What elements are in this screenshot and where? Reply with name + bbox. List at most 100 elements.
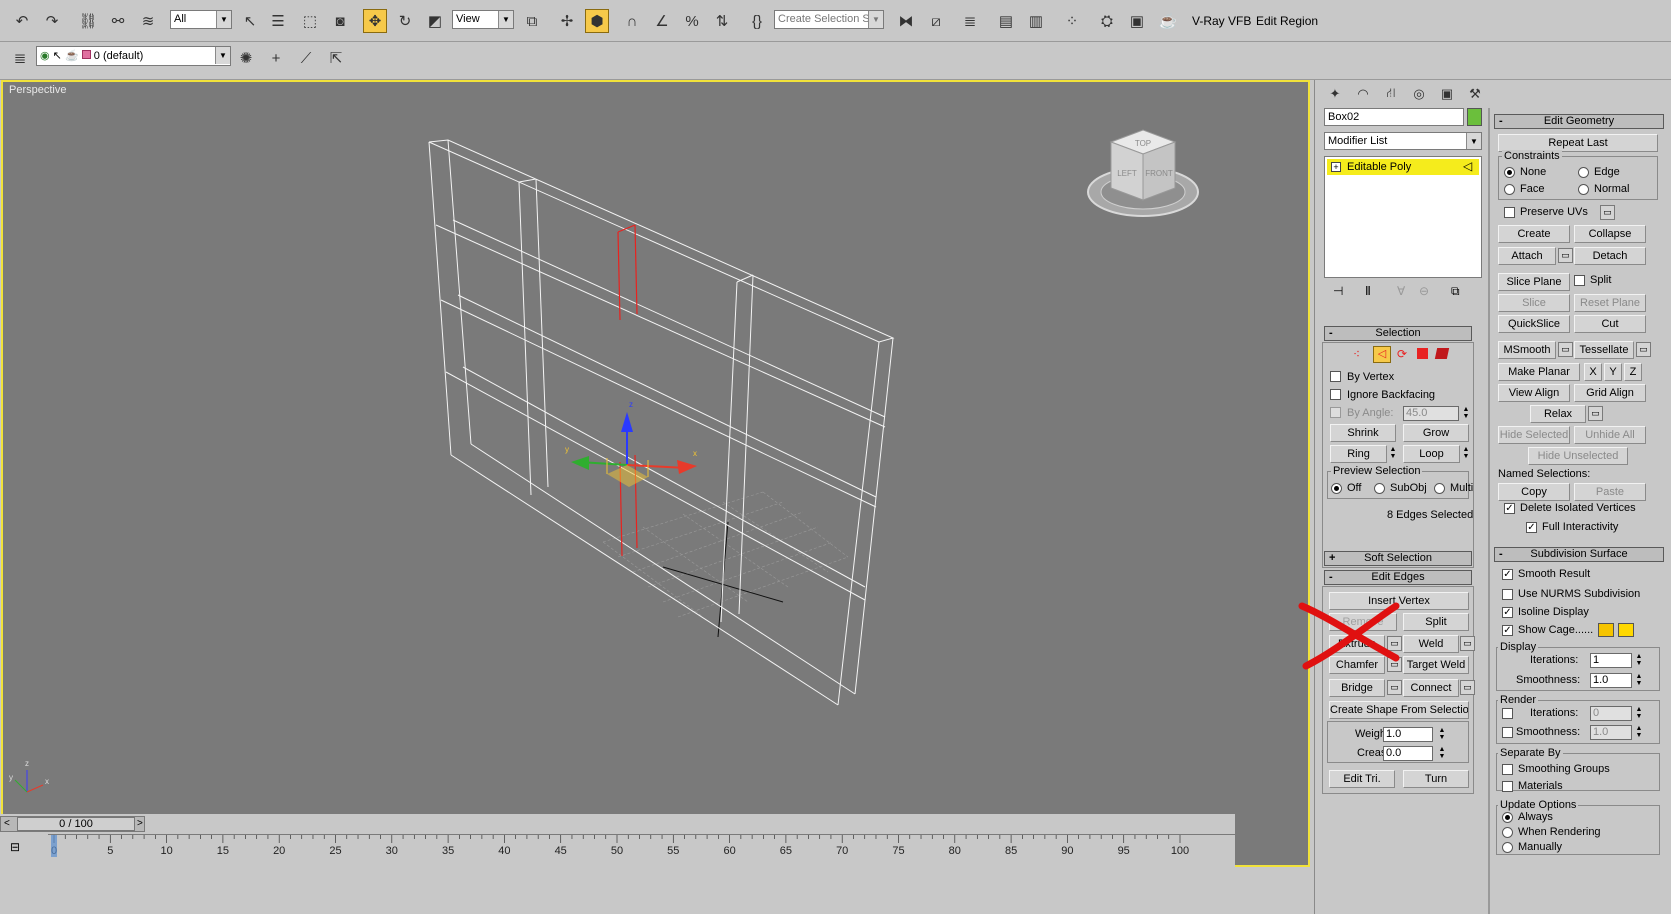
msmooth-button[interactable]: MSmooth [1498, 341, 1556, 359]
prev-frame-icon[interactable]: < [4, 818, 10, 829]
display-smoothness-spinner[interactable]: 1.0 [1590, 673, 1632, 688]
create-button[interactable]: Create [1498, 225, 1570, 243]
relax-settings-icon[interactable]: ▭ [1588, 406, 1603, 421]
relax-button[interactable]: Relax [1530, 405, 1586, 423]
tessellate-settings-icon[interactable]: ▭ [1636, 342, 1651, 357]
msmooth-settings-icon[interactable]: ▭ [1558, 342, 1573, 357]
use-nurms-checkbox[interactable] [1502, 589, 1513, 600]
make-unique-icon[interactable]: ∀ [1397, 284, 1405, 298]
edge-mode-icon[interactable]: ◁ [1373, 346, 1391, 363]
next-frame-icon[interactable]: > [137, 818, 143, 829]
target-weld-button[interactable]: Target Weld [1403, 656, 1469, 674]
soft-selection-rollout-header[interactable]: + Soft Selection [1324, 551, 1472, 566]
add-to-layer-icon[interactable]: + [264, 46, 288, 70]
delete-isolated-checkbox[interactable]: ✓ [1504, 503, 1515, 514]
crease-spinner[interactable]: 0.0 [1383, 746, 1433, 761]
create-tab-icon[interactable]: ✦ [1323, 82, 1347, 106]
smooth-result-checkbox[interactable]: ✓ [1502, 569, 1513, 580]
select-in-layer-icon[interactable]: ⟋ [294, 46, 318, 70]
quick-render-icon[interactable]: ☕ [1156, 9, 1180, 33]
loop-spinner-arrows[interactable]: ▲ ▼ [1461, 446, 1471, 461]
make-planar-button[interactable]: Make Planar [1498, 363, 1580, 381]
angle-snap-icon[interactable]: ∠ [650, 9, 674, 33]
ring-button[interactable]: Ring [1330, 445, 1387, 463]
configure-sets-icon[interactable]: ⧉ [1451, 284, 1460, 299]
hide-unselected-button[interactable]: Hide Unselected [1528, 447, 1628, 465]
reset-plane-button[interactable]: Reset Plane [1574, 294, 1646, 312]
connect-settings-icon[interactable]: ▭ [1460, 680, 1475, 695]
view-align-button[interactable]: View Align [1498, 384, 1570, 402]
loop-button[interactable]: Loop [1403, 445, 1460, 463]
stack-item-editable-poly[interactable]: + Editable Poly ◁ [1327, 159, 1479, 175]
unlink-icon[interactable]: ⚯ [106, 9, 130, 33]
display-tab-icon[interactable]: ▣ [1435, 82, 1459, 106]
connect-button[interactable]: Connect [1403, 679, 1459, 697]
time-slider[interactable]: < 0 / 100 > [0, 816, 145, 832]
weight-spinner-arrows[interactable]: ▲ ▼ [1437, 727, 1447, 742]
detach-button[interactable]: Detach [1574, 247, 1646, 265]
edit-edges-rollout-header[interactable]: - Edit Edges [1324, 570, 1472, 585]
mini-curve-editor-icon[interactable]: ⊟ [10, 840, 20, 854]
spinner-snap-icon[interactable]: ⇅ [710, 9, 734, 33]
constraint-face-radio[interactable] [1504, 184, 1515, 195]
update-always-radio[interactable] [1502, 812, 1513, 823]
trackbar[interactable]: 0510152025303540455055606570758085909510… [48, 834, 1235, 858]
object-name-field[interactable]: Box02 [1324, 108, 1464, 126]
element-mode-icon[interactable] [1434, 348, 1450, 359]
polygon-mode-icon[interactable] [1417, 348, 1428, 359]
motion-tab-icon[interactable]: ◎ [1407, 82, 1431, 106]
edit-geometry-rollout-header[interactable]: - Edit Geometry [1494, 114, 1664, 129]
frame-counter[interactable]: 0 / 100 [17, 817, 135, 831]
selection-filter-dropdown[interactable]: All ▼ [170, 10, 232, 29]
scale-icon[interactable]: ◩ [423, 9, 447, 33]
vertex-mode-icon[interactable]: ⁖ [1353, 347, 1360, 361]
cage-color-swatch-2[interactable] [1618, 623, 1634, 637]
attach-list-icon[interactable]: ▭ [1558, 248, 1573, 263]
preview-multi-radio[interactable] [1434, 483, 1445, 494]
full-interactivity-checkbox[interactable]: ✓ [1526, 522, 1537, 533]
grid-align-button[interactable]: Grid Align [1574, 384, 1646, 402]
layers-icon[interactable]: ≣ [8, 46, 32, 70]
update-when-rendering-radio[interactable] [1502, 827, 1513, 838]
preview-off-radio[interactable] [1331, 483, 1342, 494]
weld-settings-icon[interactable]: ▭ [1460, 636, 1475, 651]
snap-icon[interactable]: ∩ [620, 9, 644, 33]
hierarchy-tab-icon[interactable]: ⛙ [1379, 82, 1403, 106]
unhide-all-button[interactable]: Unhide All [1574, 426, 1646, 444]
display-iterations-spinner[interactable]: 1 [1590, 653, 1632, 668]
modifier-list-dropdown[interactable]: Modifier List ▼ [1324, 132, 1482, 150]
new-layer-icon[interactable]: ✺ [234, 46, 258, 70]
render-iterations-spinner[interactable]: 0 [1590, 706, 1632, 721]
hide-selected-button[interactable]: Hide Selected [1498, 426, 1570, 444]
smoothing-groups-checkbox[interactable] [1502, 764, 1513, 775]
object-color-swatch[interactable] [1467, 108, 1482, 126]
ring-spinner-arrows[interactable]: ▲ ▼ [1388, 446, 1398, 461]
selection-rollout-header[interactable]: - Selection [1324, 326, 1472, 341]
move-icon[interactable]: ✥ [363, 9, 387, 33]
by-vertex-checkbox[interactable] [1330, 371, 1341, 382]
render-smoothness-checkbox[interactable] [1502, 727, 1513, 738]
render-iterations-arrows[interactable]: ▲ ▼ [1634, 706, 1644, 721]
undo-icon[interactable]: ↶ [10, 9, 34, 33]
select-by-name-icon[interactable]: ☰ [266, 9, 290, 33]
ref-coord-dropdown[interactable]: View ▼ [452, 10, 514, 29]
display-iterations-arrows[interactable]: ▲ ▼ [1634, 653, 1644, 668]
turn-button[interactable]: Turn [1403, 770, 1469, 788]
collapse-button[interactable]: Collapse [1574, 225, 1646, 243]
subdivision-surface-rollout-header[interactable]: - Subdivision Surface [1494, 547, 1664, 562]
schematic-view-icon[interactable]: ▥ [1024, 9, 1048, 33]
pin-stack-icon[interactable]: ⊣ [1333, 284, 1343, 298]
vray-vfb-button[interactable]: V-Ray VFB [1192, 14, 1251, 28]
planar-y-button[interactable]: Y [1604, 363, 1622, 381]
cage-color-swatch-1[interactable] [1598, 623, 1614, 637]
shrink-button[interactable]: Shrink [1330, 424, 1396, 442]
layer-dropdown[interactable]: ◉ ↖ ☕ 0 (default) ▼ [36, 46, 231, 66]
layer-manager-icon[interactable]: ≣ [958, 9, 982, 33]
isoline-display-checkbox[interactable]: ✓ [1502, 607, 1513, 618]
create-shape-button[interactable]: Create Shape From Selection [1329, 701, 1469, 719]
select-link-icon[interactable]: ⛓ [76, 9, 100, 33]
render-smoothness-arrows[interactable]: ▲ ▼ [1634, 725, 1644, 740]
split-checkbox[interactable] [1574, 275, 1585, 286]
keyboard-shortcut-icon[interactable]: ⬢ [585, 9, 609, 33]
align-icon[interactable]: ⧄ [924, 9, 948, 33]
